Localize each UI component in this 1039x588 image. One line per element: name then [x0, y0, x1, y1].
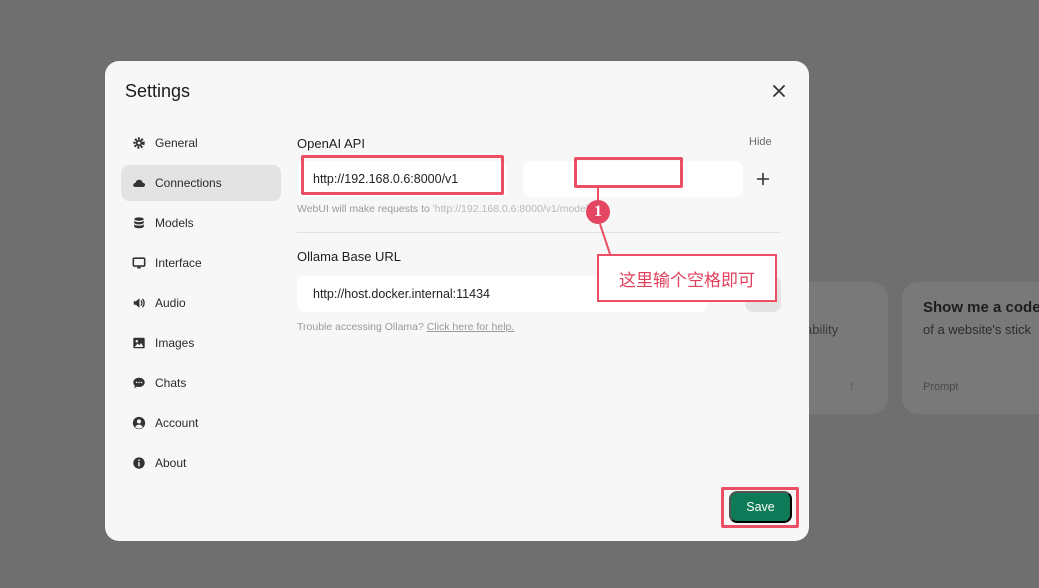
sidebar-item-label: Chats [155, 376, 187, 390]
close-icon [773, 85, 785, 97]
info-icon [132, 456, 146, 470]
openai-api-label: OpenAI API [297, 136, 365, 151]
openai-url-input[interactable] [297, 161, 507, 197]
sidebar-item-interface[interactable]: Interface [121, 245, 281, 281]
hint-url: 'http://192.168.0.6:8000/v1/models' [432, 203, 596, 215]
sidebar-item-audio[interactable]: Audio [121, 285, 281, 321]
sidebar-item-general[interactable]: General [121, 125, 281, 161]
sidebar-item-account[interactable]: Account [121, 405, 281, 441]
sidebar-item-label: General [155, 136, 198, 150]
user-circle-icon [132, 416, 146, 430]
gear-icon [132, 136, 146, 150]
cloud-icon [132, 176, 146, 190]
ollama-help-hint: Trouble accessing Ollama? Click here for… [297, 321, 514, 333]
sidebar-item-images[interactable]: Images [121, 325, 281, 361]
hide-toggle[interactable]: Hide [749, 136, 772, 148]
plus-icon [756, 172, 770, 186]
save-button[interactable]: Save [729, 491, 792, 523]
sidebar-item-about[interactable]: About [121, 445, 281, 481]
sidebar-item-label: Interface [155, 256, 202, 270]
sidebar-item-label: Images [155, 336, 195, 350]
image-icon [132, 336, 146, 350]
hint-text: Trouble accessing Ollama? [297, 321, 427, 333]
arrow-up-icon: ↑ [848, 378, 856, 395]
add-openai-connection-button[interactable] [753, 169, 773, 189]
annotation-badge: 1 [586, 200, 610, 224]
database-icon [132, 216, 146, 230]
modal-title: Settings [125, 81, 191, 101]
openai-request-hint: WebUI will make requests to 'http://192.… [297, 203, 596, 215]
help-link[interactable]: Click here for help. [427, 321, 515, 333]
sidebar-item-models[interactable]: Models [121, 205, 281, 241]
background-card-text: ability [805, 322, 839, 337]
sidebar-item-connections[interactable]: Connections [121, 165, 281, 201]
annotation-callout: 这里输个空格即可 [597, 254, 777, 302]
section-divider [297, 232, 781, 233]
ollama-base-url-label: Ollama Base URL [297, 249, 402, 264]
sidebar-item-chats[interactable]: Chats [121, 365, 281, 401]
monitor-icon [132, 256, 146, 270]
sidebar-item-label: Models [155, 216, 194, 230]
background-card-title: Show me a code [923, 299, 1039, 316]
close-button[interactable] [769, 81, 789, 101]
sidebar-item-label: Audio [155, 296, 186, 310]
sidebar-item-label: Connections [155, 176, 222, 190]
chat-bubble-icon [132, 376, 146, 390]
openai-key-input[interactable] [523, 161, 743, 197]
sidebar-item-label: About [155, 456, 187, 470]
background-card-label: Prompt [923, 381, 959, 393]
speaker-icon [132, 296, 146, 310]
background-card-subtitle: of a website's stick [923, 322, 1031, 337]
hint-text: WebUI will make requests to [297, 203, 433, 215]
sidebar-item-label: Account [155, 416, 199, 430]
